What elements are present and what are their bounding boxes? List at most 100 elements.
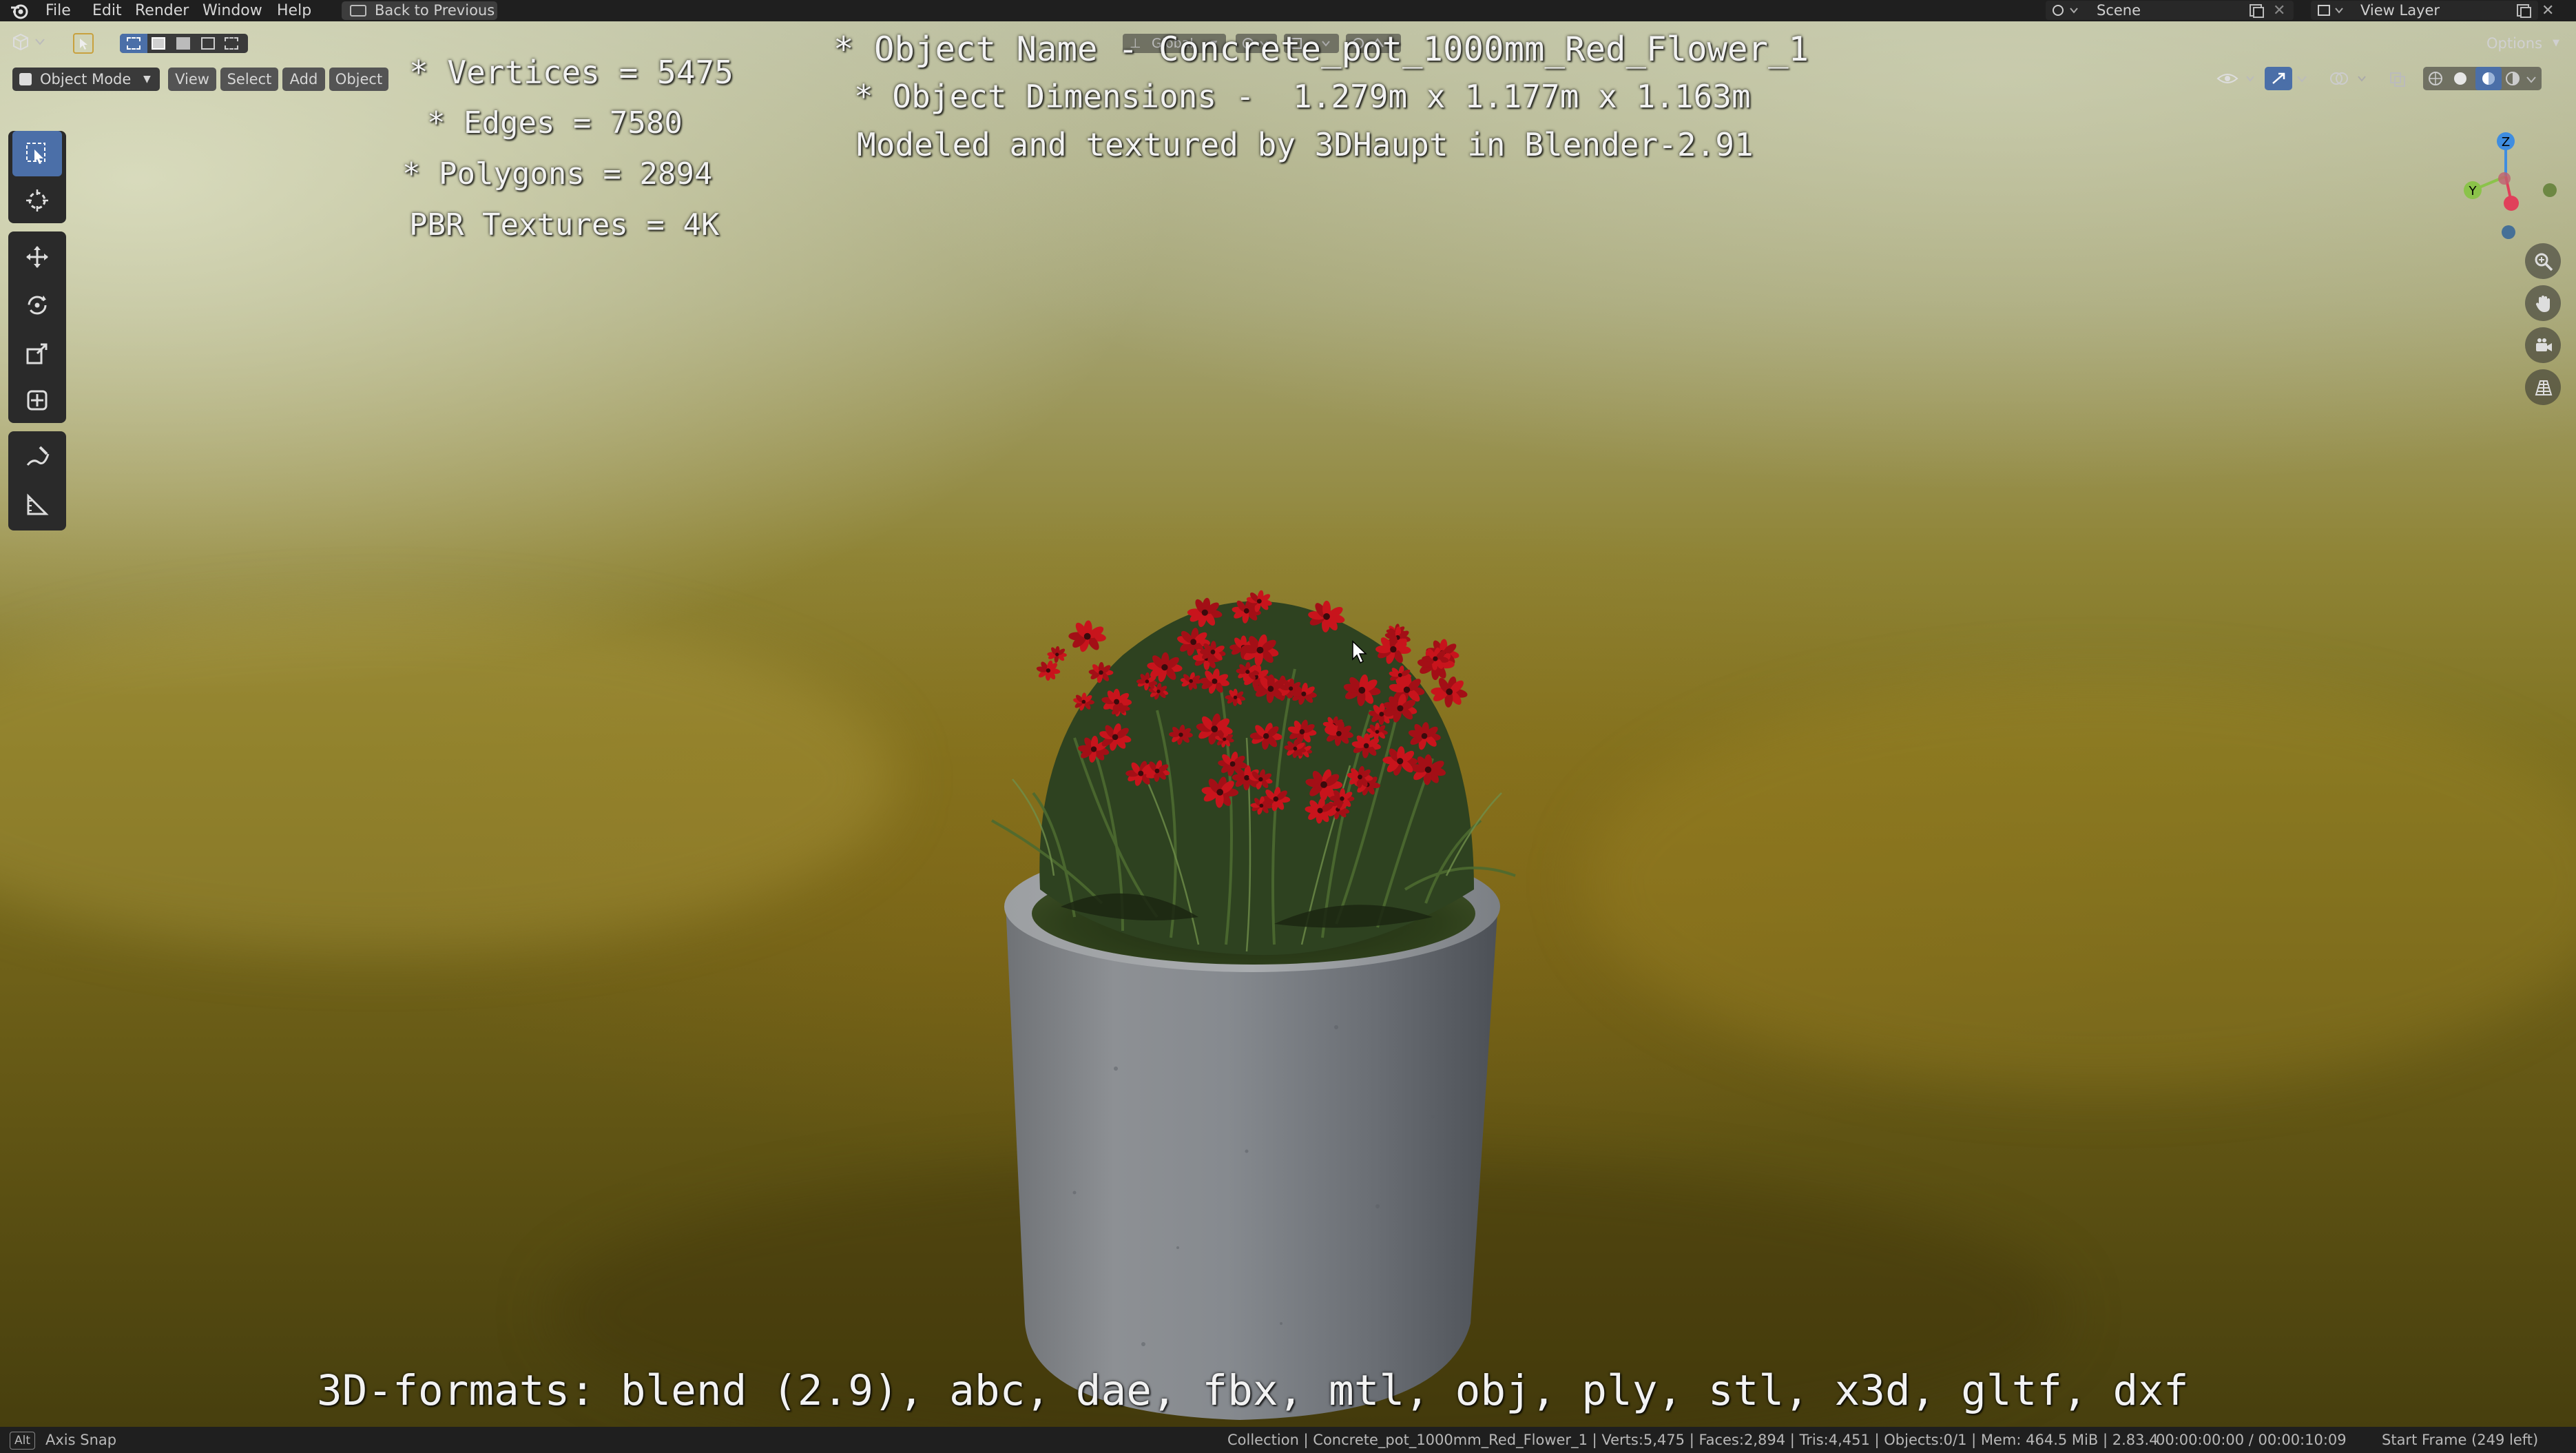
zoom-magnifier-icon <box>2535 253 2553 271</box>
blender-logo-icon[interactable] <box>10 1 29 21</box>
tool-group-annotate <box>8 431 66 530</box>
gizmo-negative-x[interactable] <box>2498 172 2511 185</box>
scene-icon <box>2053 5 2078 16</box>
scale-tool[interactable] <box>12 331 62 376</box>
cursor-tool[interactable] <box>12 178 62 223</box>
wireframe-shading-icon[interactable] <box>2427 71 2445 86</box>
background-haze <box>1584 676 2576 1089</box>
transform-icon <box>27 390 48 411</box>
status-bar: Alt Axis Snap Collection | Concrete_pot_… <box>0 1427 2576 1453</box>
view-layer-name: View Layer <box>2360 2 2440 19</box>
xray-toggle-icon[interactable] <box>2389 71 2408 87</box>
tool-group-transform <box>8 231 66 423</box>
scene-statistics: Collection | Concrete_pot_1000mm_Red_Flo… <box>1227 1432 2159 1448</box>
gizmo-y-label: Y <box>2469 184 2478 198</box>
3d-cursor-icon <box>26 189 48 212</box>
new-selection-icon <box>127 37 141 50</box>
move-icon <box>26 246 48 268</box>
chevron-down-icon[interactable] <box>2295 71 2310 86</box>
object-menu[interactable]: Object <box>329 68 388 91</box>
3d-viewport-editor-icon <box>13 33 45 51</box>
chevron-down-icon: ▼ <box>2553 38 2559 48</box>
object-mode-icon <box>19 73 32 85</box>
rotate-tool[interactable] <box>12 282 62 328</box>
view-layer-selector[interactable]: View Layer <box>2311 1 2538 20</box>
object-type-visibility-dropdown[interactable] <box>2214 67 2262 90</box>
red-flower-head <box>1047 646 1067 663</box>
add-menu[interactable]: Add <box>282 68 325 91</box>
invert-selection-button[interactable] <box>201 37 215 50</box>
hand-pan-icon <box>2535 296 2550 312</box>
annotate-tool[interactable] <box>12 434 62 480</box>
grid-perspective-icon <box>2535 380 2553 395</box>
select-menu[interactable]: Select <box>220 68 278 91</box>
menu-render[interactable]: Render <box>135 0 189 21</box>
overlay-3d-formats: 3D-formats: blend (2.9), abc, dae, fbx, … <box>317 1366 2189 1415</box>
delete-scene-icon[interactable]: ✕ <box>2273 0 2285 21</box>
new-view-layer-icon[interactable] <box>2515 3 2533 19</box>
intersect-selection-button[interactable] <box>225 37 238 50</box>
tool-group-select <box>8 131 66 223</box>
mouse-cursor-icon <box>1352 640 1367 664</box>
back-to-previous-label: Back to Previous <box>375 2 495 19</box>
menu-window[interactable]: Window <box>202 0 262 21</box>
navigation-gizmo[interactable]: Z Y <box>2444 111 2561 242</box>
rotate-icon <box>28 296 47 315</box>
timecode-display: 00:00:00:00 / 00:00:10:09 <box>2156 1432 2347 1448</box>
select-tool-header-icon[interactable] <box>73 33 94 54</box>
pan-view-button[interactable] <box>2525 285 2561 321</box>
menu-file[interactable]: File <box>45 0 71 21</box>
options-label: Options <box>2486 35 2543 52</box>
editor-type-selector[interactable] <box>7 31 52 52</box>
3d-viewport[interactable]: Object Mode ▼ View Select Add Object ⊥ G… <box>0 21 2576 1427</box>
red-flower-head <box>1431 676 1468 708</box>
camera-view-button[interactable] <box>2525 327 2561 363</box>
transform-tool[interactable] <box>12 378 62 423</box>
perspective-ortho-toggle[interactable] <box>2525 369 2561 405</box>
overlay-credit: Modeled and textured by 3DHaupt in Blend… <box>857 126 1754 163</box>
overlays-dropdown[interactable] <box>2327 67 2375 90</box>
axis-snap-hint: Axis Snap <box>45 1432 117 1448</box>
overlay-dimensions: * Object Dimensions - 1.279m x 1.177m x … <box>854 78 1751 115</box>
overlay-object-name: * Object Name - Concrete_pot_1000mm_Red_… <box>833 30 1809 69</box>
gizmo-x-axis[interactable] <box>2504 196 2519 211</box>
viewport-gizmos-toggle[interactable] <box>2265 67 2313 90</box>
chevron-down-icon: ▼ <box>143 74 151 85</box>
material-preview-shading-button[interactable] <box>2475 67 2502 90</box>
set-new-selection-button[interactable] <box>120 34 147 53</box>
object-mode-label: Object Mode <box>40 71 132 87</box>
object-mode-dropdown[interactable]: Object Mode ▼ <box>12 68 160 91</box>
gizmo-negative-z[interactable] <box>2502 225 2515 239</box>
new-scene-icon[interactable] <box>2248 3 2266 19</box>
solid-shading-icon[interactable] <box>2452 71 2470 86</box>
overlays-icon <box>2330 72 2366 85</box>
overlay-stat-vertices: * Vertices = 5475 <box>409 54 734 91</box>
shading-mode-group <box>2423 67 2542 90</box>
start-frame-info: Start Frame (249 left) <box>2382 1432 2539 1448</box>
view-menu[interactable]: View <box>168 68 216 91</box>
back-to-previous-button[interactable]: Back to Previous <box>342 1 497 20</box>
background-haze <box>0 607 895 951</box>
view-layer-icon <box>2318 5 2343 16</box>
rendered-shading-icon[interactable] <box>2504 71 2522 86</box>
material-preview-icon <box>2482 72 2495 85</box>
subtract-selection-button[interactable] <box>176 37 190 50</box>
select-box-tool[interactable] <box>12 131 62 176</box>
options-dropdown[interactable]: Options ▼ <box>2486 32 2568 54</box>
alt-key-hint: Alt <box>10 1432 36 1450</box>
concrete-pot-with-red-flowers[interactable] <box>951 531 1674 1427</box>
zoom-view-button[interactable] <box>2525 243 2561 279</box>
extend-selection-button[interactable] <box>152 37 165 50</box>
menu-help[interactable]: Help <box>277 0 311 21</box>
selection-mode-group <box>120 34 248 53</box>
move-tool[interactable] <box>12 234 62 280</box>
menu-edit[interactable]: Edit <box>92 0 122 21</box>
screen-icon <box>350 5 366 17</box>
chevron-down-icon[interactable] <box>2525 72 2539 86</box>
gizmo-toggle-button[interactable] <box>2265 67 2292 90</box>
gizmo-negative-y[interactable] <box>2543 183 2557 197</box>
delete-view-layer-icon[interactable]: ✕ <box>2542 0 2554 21</box>
scale-icon <box>26 343 48 364</box>
measure-tool[interactable] <box>12 482 62 528</box>
top-menu-bar: File Edit Render Window Help Back to Pre… <box>0 0 2576 21</box>
